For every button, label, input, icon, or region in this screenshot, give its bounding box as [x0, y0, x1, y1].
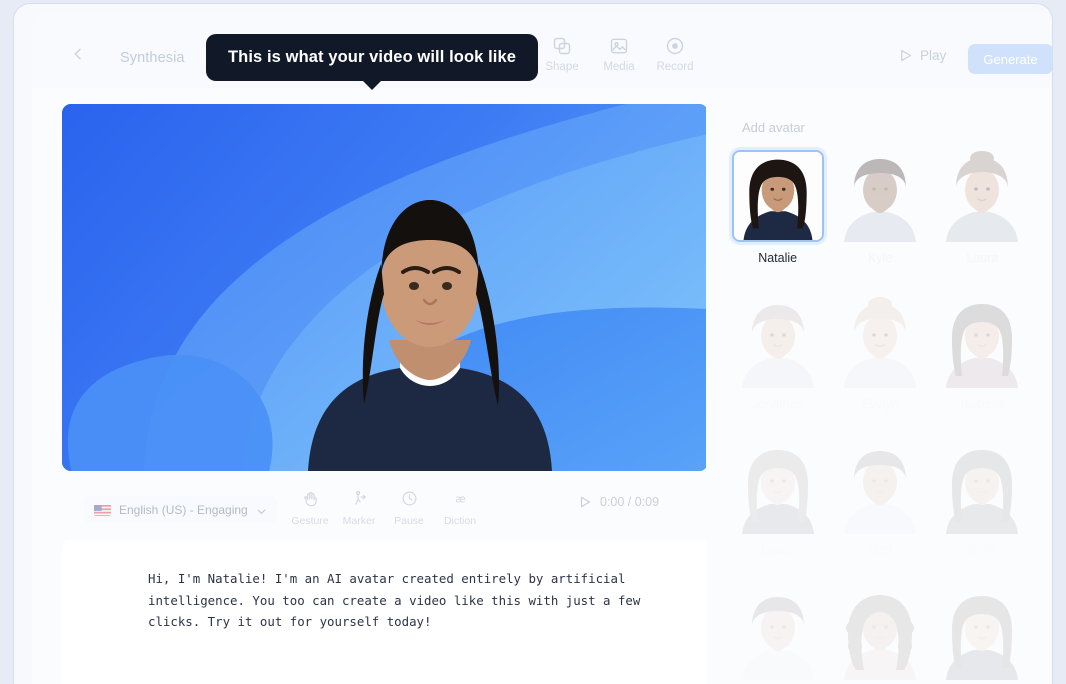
avatar-option-natalie-0[interactable]: Natalie	[730, 150, 825, 265]
playback-timecode[interactable]: 0:00 / 0:09	[578, 495, 659, 509]
avatar-thumbnail	[936, 150, 1029, 242]
tooltip-arrow	[362, 80, 383, 90]
video-preview-canvas[interactable]	[62, 104, 708, 471]
avatar-option-jonathan-3[interactable]: Jonathan	[730, 296, 825, 411]
avatar-grid: Natalie Kyle Laura Jonathan Evelyn Isabella La…	[730, 150, 1030, 684]
avatar-thumbnail	[833, 442, 926, 534]
control-button-diction[interactable]: æ Diction	[429, 490, 491, 529]
brand-title: Synthesia	[120, 50, 185, 66]
play-button[interactable]: Play	[898, 48, 946, 63]
avatar-thumbnail	[833, 150, 926, 242]
avatar-name-label: Isabella	[960, 397, 1004, 411]
svg-text:æ: æ	[455, 492, 465, 505]
tooltip-text: This is what your video will look like	[228, 48, 517, 66]
us-flag-icon	[94, 504, 111, 516]
timecode-text: 0:00 / 0:09	[600, 495, 660, 509]
avatar-thumbnail	[731, 588, 824, 680]
avatar-name-label: Natalie	[758, 251, 798, 265]
diction-icon: æ	[452, 490, 469, 507]
avatar-option-laura-6[interactable]: Laura	[730, 442, 825, 557]
toolbar-label-shape: Shape	[545, 61, 579, 73]
marker-icon	[351, 490, 368, 507]
media-icon	[609, 36, 629, 56]
play-button-label: Play	[920, 48, 947, 63]
avatar-name-label: Evelyn	[861, 397, 899, 411]
toolbar-button-record[interactable]: Record	[644, 36, 706, 73]
script-controls-bar: English (US) - Engaging Gesture Marker P…	[62, 490, 708, 534]
avatar-thumbnail	[936, 296, 1029, 388]
avatar-name-label: Matt	[832, 543, 927, 557]
toolbar-button-shape[interactable]: Shape	[531, 36, 593, 73]
avatar-thumbnail	[731, 150, 824, 242]
avatar-panel-title: Add avatar	[742, 120, 805, 135]
avatar-option-isabella-5[interactable]: Isabella	[935, 296, 1030, 411]
control-label-gesture: Gesture	[291, 515, 329, 527]
video-preview-image	[62, 104, 708, 471]
language-value: English (US) - Engaging	[119, 502, 248, 517]
avatar-option-kenneth-9[interactable]: Kenneth	[730, 588, 825, 684]
avatar-name-label: Jonathan	[751, 397, 804, 411]
avatar-name-label: Laura	[730, 543, 825, 557]
chevron-left-icon[interactable]	[70, 46, 86, 62]
avatar-panel: Add avatar Natalie Kyle Laura Jonathan Evely…	[706, 88, 1052, 684]
control-label-marker: Marker	[342, 515, 376, 527]
avatar-option-sofia-8[interactable]: Sofia	[935, 442, 1030, 557]
language-selector[interactable]: English (US) - Engaging	[84, 496, 277, 523]
script-editor-card[interactable]: Hi, I'm Natalie! I'm an AI avatar create…	[62, 540, 708, 684]
app-content: Synthesia Shape Media Record Play Genera…	[32, 10, 1052, 684]
clock-icon	[401, 490, 418, 507]
avatar-name-label: Laura	[966, 251, 999, 265]
onboarding-tooltip: This is what your video will look like	[206, 34, 539, 90]
hand-icon	[302, 490, 319, 507]
avatar-name-label: Kyle	[867, 251, 893, 265]
avatar-option-evelyn-4[interactable]: Evelyn	[832, 296, 927, 411]
avatar-thumbnail	[936, 442, 1029, 534]
chevron-down-icon	[256, 504, 267, 515]
avatar-thumbnail	[731, 442, 824, 534]
play-icon	[578, 495, 592, 509]
app-window: Synthesia Shape Media Record Play Genera…	[14, 4, 1052, 684]
avatar-thumbnail	[833, 588, 926, 680]
toolbar-label-record: Record	[656, 61, 694, 73]
toolbar-label-media: Media	[603, 61, 635, 73]
avatar-thumbnail	[833, 296, 926, 388]
avatar-option-rosa-11[interactable]: Rosa	[935, 588, 1030, 684]
toolbar-button-media[interactable]: Media	[588, 36, 650, 73]
avatar-option-laura-2[interactable]: Laura	[935, 150, 1030, 265]
control-label-pause: Pause	[394, 515, 424, 527]
generate-button-label: Generate	[983, 51, 1038, 67]
editor-column: English (US) - Engaging Gesture Marker P…	[44, 88, 708, 684]
play-icon	[898, 48, 913, 63]
script-text[interactable]: Hi, I'm Natalie! I'm an AI avatar create…	[148, 568, 668, 633]
avatar-option-kyle-1[interactable]: Kyle	[832, 150, 927, 265]
generate-button[interactable]: Generate	[968, 44, 1052, 74]
avatar-thumbnail	[936, 588, 1029, 680]
shape-icon	[552, 36, 572, 56]
avatar-option-natalie-10[interactable]: Natalie	[832, 588, 927, 684]
avatar-option-matt-7[interactable]: Matt	[832, 442, 927, 557]
avatar-name-label: Sofia	[935, 543, 1030, 557]
control-label-diction: Diction	[443, 515, 477, 527]
record-icon	[665, 36, 685, 56]
top-toolbar: Synthesia Shape Media Record Play Genera…	[32, 10, 1052, 88]
avatar-thumbnail	[731, 296, 824, 388]
